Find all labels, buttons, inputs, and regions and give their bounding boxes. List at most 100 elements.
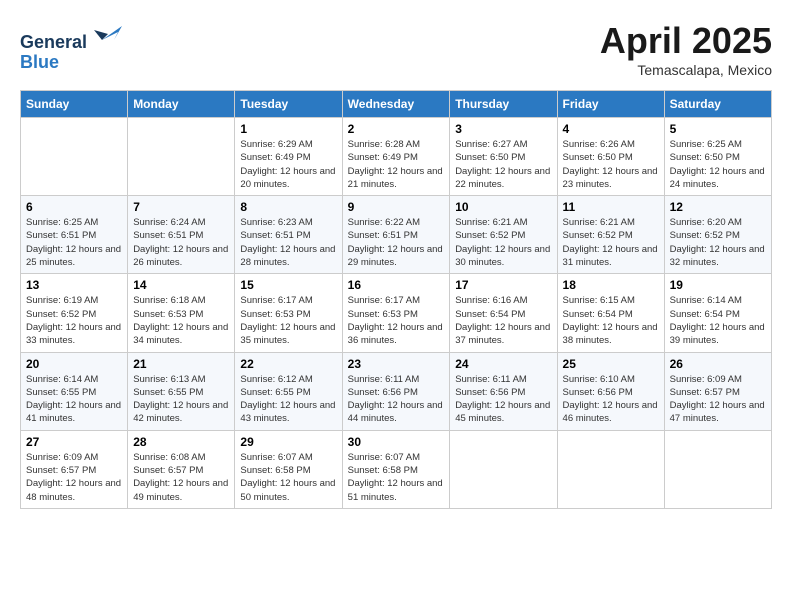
day-number: 4	[563, 122, 659, 136]
calendar-day-cell: 12Sunrise: 6:20 AMSunset: 6:52 PMDayligh…	[664, 196, 771, 274]
calendar-day-cell: 10Sunrise: 6:21 AMSunset: 6:52 PMDayligh…	[450, 196, 557, 274]
calendar-day-cell: 11 Sunrise: 6:21 AMSunset: 6:52 PMDayligh…	[557, 196, 664, 274]
day-number: 2	[348, 122, 445, 136]
day-number: 10	[455, 200, 551, 214]
calendar-table: SundayMondayTuesdayWednesdayThursdayFrid…	[20, 90, 772, 509]
calendar-week-row: 1 Sunrise: 6:29 AMSunset: 6:49 PMDaylight…	[21, 118, 772, 196]
day-number: 23	[348, 357, 445, 371]
day-number: 18	[563, 278, 659, 292]
day-info: Sunrise: 6:07 AMSunset: 6:58 PMDaylight:…	[240, 451, 336, 504]
page-header: General Blue April 2025 Temascalapa, Mex…	[20, 20, 772, 78]
day-info: Sunrise: 6:14 AMSunset: 6:55 PMDaylight:…	[26, 373, 122, 426]
day-number: 13	[26, 278, 122, 292]
day-info: Sunrise: 6:11 AMSunset: 6:56 PMDaylight:…	[348, 373, 445, 426]
month-title: April 2025	[600, 20, 772, 62]
day-info: Sunrise: 6:25 AMSunset: 6:51 PMDaylight:…	[26, 216, 122, 269]
day-number: 12	[670, 200, 766, 214]
location-text: Temascalapa, Mexico	[600, 62, 772, 78]
day-info: Sunrise: 6:13 AMSunset: 6:55 PMDaylight:…	[133, 373, 229, 426]
day-info: Sunrise: 6:08 AMSunset: 6:57 PMDaylight:…	[133, 451, 229, 504]
calendar-header-row: SundayMondayTuesdayWednesdayThursdayFrid…	[21, 91, 772, 118]
calendar-day-cell	[21, 118, 128, 196]
day-info: Sunrise: 6:29 AMSunset: 6:49 PMDaylight:…	[240, 138, 336, 191]
title-section: April 2025 Temascalapa, Mexico	[600, 20, 772, 78]
calendar-day-cell	[664, 430, 771, 508]
calendar-day-cell: 19Sunrise: 6:14 AMSunset: 6:54 PMDayligh…	[664, 274, 771, 352]
day-number: 16	[348, 278, 445, 292]
day-info: Sunrise: 6:16 AMSunset: 6:54 PMDaylight:…	[455, 294, 551, 347]
day-info: Sunrise: 6:23 AMSunset: 6:51 PMDaylight:…	[240, 216, 336, 269]
day-of-week-header: Saturday	[664, 91, 771, 118]
day-number: 19	[670, 278, 766, 292]
day-number: 24	[455, 357, 551, 371]
logo-text-block: General Blue	[20, 20, 122, 73]
calendar-week-row: 20 Sunrise: 6:14 AMSunset: 6:55 PMDayligh…	[21, 352, 772, 430]
day-of-week-header: Sunday	[21, 91, 128, 118]
calendar-day-cell: 9 Sunrise: 6:22 AMSunset: 6:51 PMDaylight…	[342, 196, 450, 274]
calendar-day-cell: 28 Sunrise: 6:08 AMSunset: 6:57 PMDayligh…	[128, 430, 235, 508]
calendar-day-cell: 13 Sunrise: 6:19 AMSunset: 6:52 PMDayligh…	[21, 274, 128, 352]
day-number: 5	[670, 122, 766, 136]
day-of-week-header: Monday	[128, 91, 235, 118]
day-number: 27	[26, 435, 122, 449]
day-info: Sunrise: 6:19 AMSunset: 6:52 PMDaylight:…	[26, 294, 122, 347]
calendar-day-cell: 5Sunrise: 6:25 AMSunset: 6:50 PMDaylight…	[664, 118, 771, 196]
day-number: 25	[563, 357, 659, 371]
calendar-day-cell: 15 Sunrise: 6:17 AMSunset: 6:53 PMDayligh…	[235, 274, 342, 352]
calendar-day-cell: 6 Sunrise: 6:25 AMSunset: 6:51 PMDaylight…	[21, 196, 128, 274]
calendar-day-cell	[557, 430, 664, 508]
calendar-day-cell: 4 Sunrise: 6:26 AMSunset: 6:50 PMDaylight…	[557, 118, 664, 196]
day-number: 3	[455, 122, 551, 136]
calendar-day-cell	[450, 430, 557, 508]
calendar-day-cell: 17 Sunrise: 6:16 AMSunset: 6:54 PMDayligh…	[450, 274, 557, 352]
day-info: Sunrise: 6:12 AMSunset: 6:55 PMDaylight:…	[240, 373, 336, 426]
calendar-day-cell: 24 Sunrise: 6:11 AMSunset: 6:56 PMDayligh…	[450, 352, 557, 430]
logo-blue: Blue	[20, 52, 59, 72]
day-number: 9	[348, 200, 445, 214]
day-number: 11	[563, 200, 659, 214]
day-number: 26	[670, 357, 766, 371]
day-number: 30	[348, 435, 445, 449]
day-number: 20	[26, 357, 122, 371]
calendar-day-cell: 29 Sunrise: 6:07 AMSunset: 6:58 PMDayligh…	[235, 430, 342, 508]
calendar-week-row: 27 Sunrise: 6:09 AMSunset: 6:57 PMDayligh…	[21, 430, 772, 508]
calendar-day-cell: 20 Sunrise: 6:14 AMSunset: 6:55 PMDayligh…	[21, 352, 128, 430]
day-number: 14	[133, 278, 229, 292]
day-info: Sunrise: 6:22 AMSunset: 6:51 PMDaylight:…	[348, 216, 445, 269]
day-info: Sunrise: 6:21 AMSunset: 6:52 PMDaylight:…	[563, 216, 659, 269]
calendar-week-row: 13 Sunrise: 6:19 AMSunset: 6:52 PMDayligh…	[21, 274, 772, 352]
day-info: Sunrise: 6:09 AMSunset: 6:57 PMDaylight:…	[670, 373, 766, 426]
calendar-day-cell: 8 Sunrise: 6:23 AMSunset: 6:51 PMDaylight…	[235, 196, 342, 274]
day-info: Sunrise: 6:15 AMSunset: 6:54 PMDaylight:…	[563, 294, 659, 347]
day-info: Sunrise: 6:17 AMSunset: 6:53 PMDaylight:…	[348, 294, 445, 347]
day-info: Sunrise: 6:24 AMSunset: 6:51 PMDaylight:…	[133, 216, 229, 269]
day-of-week-header: Thursday	[450, 91, 557, 118]
day-info: Sunrise: 6:10 AMSunset: 6:56 PMDaylight:…	[563, 373, 659, 426]
calendar-day-cell: 3Sunrise: 6:27 AMSunset: 6:50 PMDaylight…	[450, 118, 557, 196]
day-number: 21	[133, 357, 229, 371]
calendar-day-cell: 16 Sunrise: 6:17 AMSunset: 6:53 PMDayligh…	[342, 274, 450, 352]
day-info: Sunrise: 6:11 AMSunset: 6:56 PMDaylight:…	[455, 373, 551, 426]
calendar-day-cell: 7 Sunrise: 6:24 AMSunset: 6:51 PMDaylight…	[128, 196, 235, 274]
day-number: 17	[455, 278, 551, 292]
day-number: 28	[133, 435, 229, 449]
calendar-day-cell: 21 Sunrise: 6:13 AMSunset: 6:55 PMDayligh…	[128, 352, 235, 430]
logo-general: General	[20, 32, 87, 52]
calendar-day-cell	[128, 118, 235, 196]
calendar-day-cell: 1 Sunrise: 6:29 AMSunset: 6:49 PMDaylight…	[235, 118, 342, 196]
day-info: Sunrise: 6:17 AMSunset: 6:53 PMDaylight:…	[240, 294, 336, 347]
day-number: 7	[133, 200, 229, 214]
logo: General Blue	[20, 20, 122, 73]
day-number: 29	[240, 435, 336, 449]
day-number: 1	[240, 122, 336, 136]
day-number: 6	[26, 200, 122, 214]
calendar-day-cell: 22 Sunrise: 6:12 AMSunset: 6:55 PMDayligh…	[235, 352, 342, 430]
day-number: 8	[240, 200, 336, 214]
logo-bird-icon	[94, 20, 122, 48]
day-number: 22	[240, 357, 336, 371]
day-info: Sunrise: 6:26 AMSunset: 6:50 PMDaylight:…	[563, 138, 659, 191]
day-of-week-header: Wednesday	[342, 91, 450, 118]
day-of-week-header: Friday	[557, 91, 664, 118]
day-info: Sunrise: 6:09 AMSunset: 6:57 PMDaylight:…	[26, 451, 122, 504]
day-number: 15	[240, 278, 336, 292]
